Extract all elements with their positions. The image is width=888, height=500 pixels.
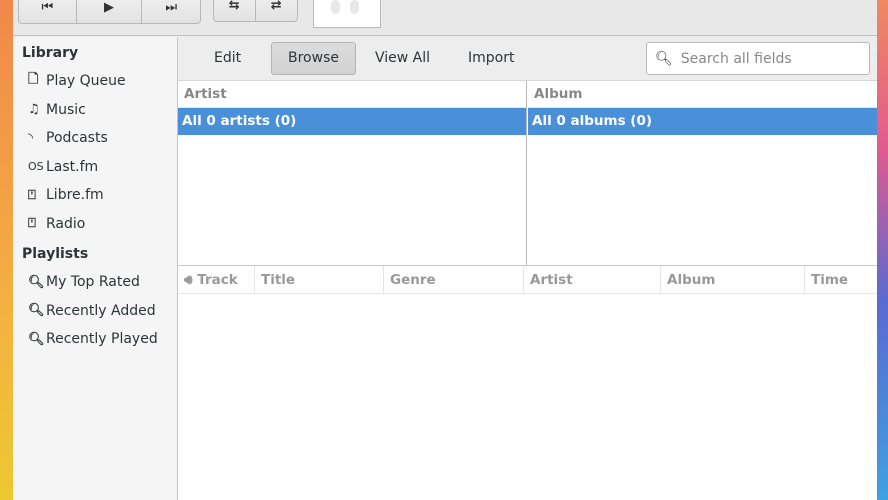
sidebar-item-label: Last.fm [46,158,99,175]
main-panel: Edit Browse View All Import 🔍︎ Search all… [178,37,877,500]
column-time[interactable]: Time [805,266,877,294]
column-album[interactable]: Album [661,266,805,294]
album-header[interactable]: Album [528,81,877,108]
column-artist[interactable]: Artist [524,266,661,294]
header-bar: ⏮ ▶ ⏭ ⇆ ⇄ [13,0,877,36]
shuffle-button[interactable]: ⇄ [256,0,298,21]
sidebar-item-label: Recently Added [46,302,156,319]
repeat-button[interactable]: ⇆ [214,0,256,21]
document-icon: 🗋 [28,72,39,88]
search-icon: 🔍︎ [28,274,45,290]
sidebar-item-lastfm[interactable]: OS Last.fm [13,153,177,182]
rhythmbox-window: ⏮ ▶ ⏭ ⇆ ⇄ Library 🗋 Play Queue ♫ Music ◝ Po… [13,0,877,500]
sidebar-item-radio[interactable]: ⍞ Radio [13,210,177,239]
play-button[interactable]: ▶ [77,0,143,23]
sidebar: Library 🗋 Play Queue ♫ Music ◝ Podcasts OS L… [13,37,178,500]
artist-pane: Artist All 0 artists (0) [178,81,527,266]
sidebar-item-recently-played[interactable]: 🔍︎ Recently Played [13,325,177,354]
desktop-wallpaper [876,0,888,500]
view-all-button[interactable]: View All [358,42,447,75]
sidebar-item-recently-added[interactable]: 🔍︎ Recently Added [13,297,177,326]
rss-icon: ◝ [28,130,34,146]
search-icon: 🔍︎ [655,50,673,67]
all-albums-row[interactable]: All 0 albums (0) [528,108,877,135]
column-genre[interactable]: Genre [384,266,524,294]
search-icon: 🔍︎ [28,303,45,319]
track-list-header: 🔊︎ Track Title Genre Artist Album Time [178,265,877,294]
column-label: Track [197,272,238,288]
column-track[interactable]: 🔊︎ Track [178,266,255,294]
search-input[interactable]: 🔍︎ Search all fields [646,42,870,75]
search-icon: 🔍︎ [28,331,45,347]
sidebar-item-label: My Top Rated [46,274,140,291]
music-note-icon: ♫ [28,102,40,118]
import-button[interactable]: Import [451,42,531,75]
edit-button[interactable]: Edit [197,42,258,75]
sidebar-item-music[interactable]: ♫ Music [13,96,177,125]
album-art [313,0,381,28]
sidebar-item-librefm[interactable]: ⍞ Libre.fm [13,181,177,210]
radio-icon: ⍞ [28,187,36,203]
browse-button[interactable]: Browse [271,42,356,75]
sidebar-item-label: Radio [46,215,86,232]
radio-icon: ⍞ [28,216,36,232]
sidebar-item-label: Play Queue [46,73,126,90]
sidebar-item-my-top-rated[interactable]: 🔍︎ My Top Rated [13,268,177,297]
sidebar-item-play-queue[interactable]: 🗋 Play Queue [13,67,177,96]
mode-controls: ⇆ ⇄ [213,0,298,22]
sidebar-item-label: Recently Played [46,331,158,348]
artist-header[interactable]: Artist [178,81,526,108]
library-heading: Library [22,45,79,61]
search-placeholder: Search all fields [680,50,792,67]
sidebar-item-label: Music [46,101,86,118]
lastfm-icon: OS [28,160,44,174]
speaker-icon: 🔊︎ [184,272,198,288]
all-artists-row[interactable]: All 0 artists (0) [178,108,526,135]
column-title[interactable]: Title [255,266,384,294]
playlists-heading: Playlists [22,246,89,262]
previous-button[interactable]: ⏮ [19,0,77,23]
sidebar-item-label: Libre.fm [46,187,104,204]
sidebar-item-label: Podcasts [46,130,108,147]
playback-controls: ⏮ ▶ ⏭ [18,0,201,24]
browser-toolbar: Edit Browse View All Import 🔍︎ Search all… [178,37,877,81]
sidebar-item-podcasts[interactable]: ◝ Podcasts [13,124,177,153]
album-pane: Album All 0 albums (0) [528,81,877,266]
next-button[interactable]: ⏭ [142,0,200,23]
